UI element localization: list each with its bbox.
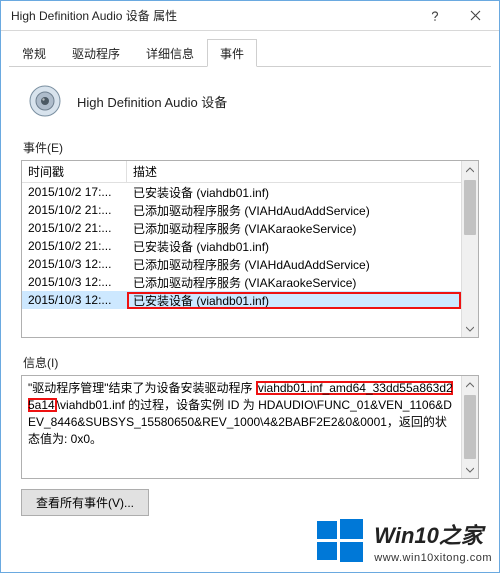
tab-events[interactable]: 事件	[207, 39, 257, 67]
cell-desc: 已安装设备 (viahdb01.inf)	[127, 238, 461, 255]
tab-driver[interactable]: 驱动程序	[59, 39, 133, 66]
scrollbar-thumb[interactable]	[464, 180, 476, 235]
device-name: High Definition Audio 设备	[77, 92, 227, 111]
events-scrollbar[interactable]	[461, 161, 478, 337]
help-icon	[429, 10, 441, 22]
col-description[interactable]: 描述	[127, 161, 461, 182]
events-label: 事件(E)	[23, 139, 479, 156]
scrollbar-track[interactable]	[462, 393, 478, 461]
tabs: 常规 驱动程序 详细信息 事件	[1, 31, 499, 66]
cell-desc: 已添加驱动程序服务 (VIAKaraokeService)	[127, 220, 461, 237]
table-row[interactable]: 2015/10/3 12:... 已添加驱动程序服务 (VIAKaraokeSe…	[22, 273, 461, 291]
watermark: Win10之家 www.win10xitong.com	[314, 515, 492, 567]
chevron-up-icon[interactable]	[462, 161, 478, 178]
cell-time: 2015/10/3 12:...	[22, 257, 127, 271]
table-row[interactable]: 2015/10/2 21:... 已添加驱动程序服务 (VIAHdAudAddS…	[22, 201, 461, 219]
scrollbar-track[interactable]	[462, 178, 478, 320]
cell-desc: 已添加驱动程序服务 (VIAHdAudAddService)	[127, 256, 461, 273]
button-row: 查看所有事件(V)...	[21, 489, 479, 516]
info-post: \viahdb01.inf 的过程，设备实例 ID 为 HDAUDIO\FUNC…	[28, 398, 452, 446]
titlebar: High Definition Audio 设备 属性	[1, 1, 499, 31]
window: High Definition Audio 设备 属性 常规 驱动程序 详细信息…	[0, 0, 500, 573]
device-header: High Definition Audio 设备	[21, 83, 479, 119]
cell-desc: 已安装设备 (viahdb01.inf)	[127, 292, 461, 309]
content: High Definition Audio 设备 事件(E) 时间戳 描述 20…	[1, 67, 499, 572]
events-list-inner: 时间戳 描述 2015/10/2 17:... 已安装设备 (viahdb01.…	[22, 161, 461, 337]
events-list[interactable]: 时间戳 描述 2015/10/2 17:... 已安装设备 (viahdb01.…	[21, 160, 479, 338]
info-scrollbar[interactable]	[461, 376, 478, 478]
col-timestamp[interactable]: 时间戳	[22, 161, 127, 182]
table-row[interactable]: 2015/10/3 12:... 已安装设备 (viahdb01.inf)	[22, 291, 461, 309]
events-header: 时间戳 描述	[22, 161, 461, 183]
cell-time: 2015/10/2 17:...	[22, 185, 127, 199]
window-title: High Definition Audio 设备 属性	[11, 7, 415, 24]
cell-time: 2015/10/2 21:...	[22, 203, 127, 217]
cell-desc: 已安装设备 (viahdb01.inf)	[127, 184, 461, 201]
cell-time: 2015/10/3 12:...	[22, 293, 127, 307]
chevron-up-icon[interactable]	[462, 376, 478, 393]
cell-time: 2015/10/3 12:...	[22, 275, 127, 289]
chevron-down-icon[interactable]	[462, 461, 478, 478]
windows-logo-icon	[314, 515, 366, 567]
watermark-title: Win10之家	[374, 518, 492, 550]
table-row[interactable]: 2015/10/2 17:... 已安装设备 (viahdb01.inf)	[22, 183, 461, 201]
view-all-events-button[interactable]: 查看所有事件(V)...	[21, 489, 149, 516]
watermark-text: Win10之家 www.win10xitong.com	[374, 518, 492, 564]
table-row[interactable]: 2015/10/2 21:... 已安装设备 (viahdb01.inf)	[22, 237, 461, 255]
cell-time: 2015/10/2 21:...	[22, 239, 127, 253]
table-row[interactable]: 2015/10/3 12:... 已添加驱动程序服务 (VIAHdAudAddS…	[22, 255, 461, 273]
cell-time: 2015/10/2 21:...	[22, 221, 127, 235]
cell-desc: 已添加驱动程序服务 (VIAHdAudAddService)	[127, 202, 461, 219]
info-text: "驱动程序管理"结束了为设备安装驱动程序 viahdb01.inf_amd64_…	[22, 376, 461, 478]
close-button[interactable]	[455, 4, 495, 28]
cell-desc: 已添加驱动程序服务 (VIAKaraokeService)	[127, 274, 461, 291]
watermark-url: www.win10xitong.com	[374, 552, 492, 564]
chevron-down-icon[interactable]	[462, 320, 478, 337]
info-box[interactable]: "驱动程序管理"结束了为设备安装驱动程序 viahdb01.inf_amd64_…	[21, 375, 479, 479]
close-icon	[470, 10, 481, 21]
tab-details[interactable]: 详细信息	[133, 39, 207, 66]
scrollbar-thumb[interactable]	[464, 395, 476, 459]
speaker-icon	[27, 83, 63, 119]
info-label: 信息(I)	[23, 354, 479, 371]
help-button[interactable]	[415, 4, 455, 28]
table-row[interactable]: 2015/10/2 21:... 已添加驱动程序服务 (VIAKaraokeSe…	[22, 219, 461, 237]
tab-general[interactable]: 常规	[9, 39, 59, 66]
info-pre: "驱动程序管理"结束了为设备安装驱动程序	[28, 381, 256, 395]
